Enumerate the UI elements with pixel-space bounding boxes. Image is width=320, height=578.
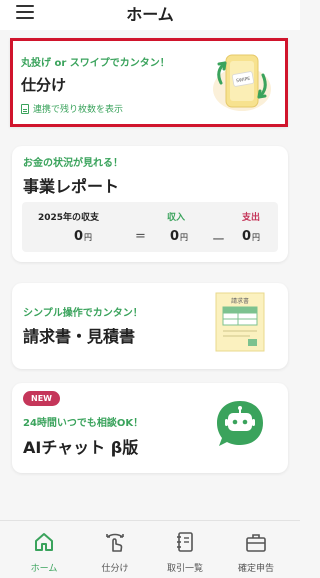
shiwake-card[interactable]: 丸投げ or スワイプでカンタン！ 仕分け 連携で残り枚数を表示 SWIPE xyxy=(10,38,288,127)
invoice-eyebrow: シンプル操作でカンタン！ xyxy=(23,308,143,319)
page-title: ホーム xyxy=(126,5,174,24)
income-label: 収入 xyxy=(167,213,186,223)
shiwake-title: 仕分け xyxy=(21,76,67,94)
shiwake-eyebrow: 丸投げ or スワイプでカンタン！ xyxy=(21,58,170,69)
minus-sign: ー xyxy=(212,233,226,248)
income-value: 0円 xyxy=(170,229,189,244)
remaining-count-label: 連携で残り枚数を表示 xyxy=(33,105,124,115)
ai-chat-card[interactable]: NEW 24時間いつでも相談OK！ AIチャット β版 xyxy=(12,383,288,473)
nav-transactions[interactable]: 取引一覧 xyxy=(155,521,215,578)
remaining-count-link[interactable]: 連携で残り枚数を表示 xyxy=(21,102,123,115)
invoice-estimate-card[interactable]: シンプル操作でカンタン！ 請求書・見積書 請求書 xyxy=(12,283,288,369)
swipe-hand-icon xyxy=(106,533,124,552)
expense-value: 0円 xyxy=(242,229,261,244)
nav-shiwake[interactable]: 仕分け xyxy=(85,521,145,578)
report-eyebrow: お金の状況が見れる！ xyxy=(23,158,123,169)
ai-eyebrow: 24時間いつでも相談OK！ xyxy=(23,418,144,429)
nav-tax-return-label: 確定申告 xyxy=(237,564,274,574)
invoice-document-illustration: 請求書 xyxy=(215,292,265,352)
bottom-navigation: ホーム 仕分け 取引一覧 確定申告 xyxy=(0,520,300,578)
nav-tax-return[interactable]: 確定申告 xyxy=(226,521,286,578)
nav-shiwake-label: 仕分け xyxy=(101,564,129,574)
briefcase-icon xyxy=(246,534,266,552)
business-report-card[interactable]: お金の状況が見れる！ 事業レポート 2025年の収支 収入 支出 0円 = 0円… xyxy=(12,146,288,262)
nav-home[interactable]: ホーム xyxy=(14,521,74,578)
ai-title: AIチャット β版 xyxy=(23,438,139,457)
annual-summary-box: 2025年の収支 収入 支出 0円 = 0円 ー 0円 xyxy=(22,202,278,252)
notebook-icon xyxy=(177,532,193,552)
robot-chat-icon xyxy=(217,401,263,446)
swipe-phone-illustration: SWIPE xyxy=(213,54,271,111)
balance-value: 0円 xyxy=(74,229,93,244)
home-icon xyxy=(35,533,53,551)
invoice-title: 請求書・見積書 xyxy=(23,327,136,346)
expense-label: 支出 xyxy=(242,213,261,223)
top-bar: ホーム xyxy=(0,0,300,30)
new-badge: NEW xyxy=(23,391,60,406)
nav-transactions-label: 取引一覧 xyxy=(166,564,203,574)
equals-sign: = xyxy=(135,229,146,244)
svg-text:請求書: 請求書 xyxy=(231,297,249,305)
nav-home-label: ホーム xyxy=(30,564,58,574)
document-icon xyxy=(21,103,29,114)
report-title: 事業レポート xyxy=(23,177,120,196)
year-balance-label: 2025年の収支 xyxy=(38,213,100,223)
